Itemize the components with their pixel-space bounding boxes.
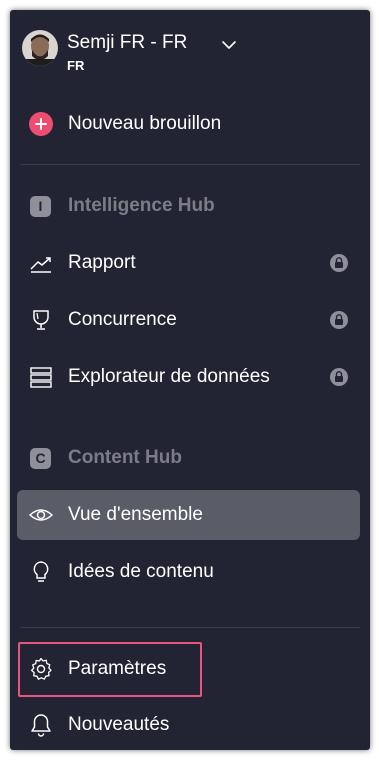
- data-list-icon: [30, 367, 52, 388]
- trophy-icon: [33, 310, 49, 330]
- divider: [20, 164, 360, 165]
- section-content-hub: C Content Hub: [17, 438, 360, 478]
- sidebar-menu: Semji FR - FR FR Nouveau brouillon I Int…: [10, 10, 370, 750]
- nav-item-concurrence[interactable]: Concurrence: [17, 295, 360, 345]
- nav-item-label: Rapport: [68, 252, 136, 273]
- nav-item-label: Idées de contenu: [68, 561, 214, 582]
- nav-item-explorateur[interactable]: Explorateur de données: [17, 352, 360, 402]
- nav-item-label: Concurrence: [68, 309, 177, 330]
- nav-item-label: Explorateur de données: [68, 366, 270, 387]
- nav-item-label: Nouveautés: [68, 714, 170, 735]
- lightbulb-icon: [33, 561, 49, 582]
- intelligence-hub-badge: I: [30, 196, 51, 217]
- lock-icon: [330, 311, 348, 329]
- avatar: [22, 30, 58, 66]
- chart-line-icon: [30, 257, 51, 273]
- nav-item-idees-contenu[interactable]: Idées de contenu: [17, 547, 360, 597]
- chevron-down-icon: [222, 41, 236, 49]
- account-workspace: FR: [67, 58, 85, 73]
- highlight-frame: [18, 642, 202, 697]
- content-hub-title: Content Hub: [68, 447, 182, 468]
- intelligence-hub-title: Intelligence Hub: [68, 195, 215, 216]
- bell-icon: [31, 714, 51, 737]
- plus-icon: [29, 112, 53, 136]
- nav-item-rapport[interactable]: Rapport: [17, 238, 360, 288]
- eye-icon: [29, 509, 53, 521]
- section-intelligence-hub: I Intelligence Hub: [17, 186, 360, 226]
- new-draft-button[interactable]: Nouveau brouillon: [17, 99, 360, 149]
- account-switcher[interactable]: Semji FR - FR FR: [20, 30, 250, 78]
- lock-icon: [330, 368, 348, 386]
- account-name: Semji FR - FR: [67, 32, 188, 53]
- new-draft-label: Nouveau brouillon: [68, 113, 222, 134]
- divider: [20, 627, 360, 628]
- nav-item-vue-ensemble[interactable]: Vue d'ensemble: [17, 490, 360, 540]
- nav-item-label: Vue d'ensemble: [68, 504, 203, 525]
- nav-item-nouveautes[interactable]: Nouveautés: [17, 700, 360, 750]
- content-hub-badge: C: [30, 448, 51, 469]
- lock-icon: [330, 254, 348, 272]
